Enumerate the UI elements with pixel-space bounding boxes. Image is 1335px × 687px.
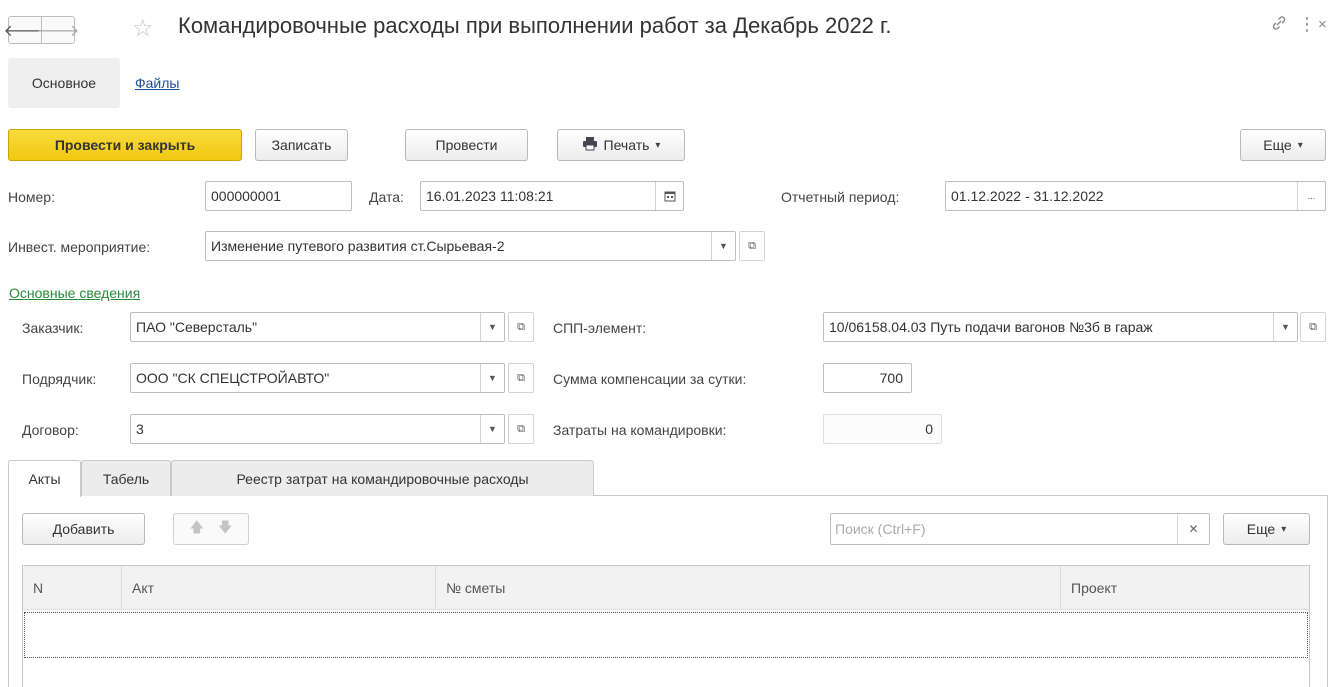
calendar-icon[interactable] (655, 182, 683, 210)
column-estimate[interactable]: № сметы (435, 566, 1060, 610)
open-icon[interactable]: ⧉ (508, 363, 534, 393)
column-n[interactable]: N (23, 566, 121, 610)
open-icon[interactable]: ⧉ (508, 414, 534, 444)
customer-label: Заказчик: (22, 320, 84, 336)
tab-files[interactable]: Файлы (135, 75, 179, 91)
daily-comp-field[interactable]: 700 (823, 363, 912, 393)
table-more-button[interactable]: Еще ▾ (1223, 513, 1310, 545)
chevron-down-icon[interactable]: ▼ (480, 364, 504, 392)
spp-label: СПП-элемент: (553, 320, 647, 336)
clear-icon[interactable]: ✕ (1177, 514, 1209, 544)
chevron-down-icon: ▾ (655, 139, 661, 151)
printer-icon (582, 136, 598, 154)
window-title: Командировочные расходы при выполнении р… (178, 13, 892, 38)
arrow-down-icon[interactable]: 🡇 (218, 517, 232, 541)
chevron-down-icon: ▾ (1297, 139, 1303, 151)
post-and-close-button[interactable]: Провести и закрыть (8, 129, 242, 161)
tab-main[interactable]: Основное (8, 58, 120, 108)
chevron-down-icon: ▾ (1281, 523, 1287, 535)
contract-field[interactable]: 3 ▼ (130, 414, 505, 444)
tab-timesheet[interactable]: Табель (81, 460, 171, 496)
period-label: Отчетный период: (781, 189, 900, 205)
section-main-info[interactable]: Основные сведения (9, 285, 140, 301)
print-label: Печать (603, 137, 650, 153)
arrow-up-icon[interactable]: 🡅 (190, 517, 204, 541)
arrow-right-icon: 🡒 (36, 22, 80, 40)
column-project[interactable]: Проект (1060, 566, 1309, 610)
search-input[interactable]: Поиск (Ctrl+F) ✕ (830, 513, 1210, 545)
contract-label: Договор: (22, 422, 79, 438)
chevron-down-icon[interactable]: ▼ (711, 232, 735, 260)
search-placeholder: Поиск (Ctrl+F) (835, 521, 926, 537)
more-label: Еще (1263, 137, 1292, 153)
chevron-down-icon[interactable]: ▼ (480, 415, 504, 443)
add-button[interactable]: Добавить (22, 513, 145, 545)
acts-table: N Акт № сметы Проект (22, 565, 1310, 687)
contractor-label: Подрядчик: (22, 371, 97, 387)
invest-label: Инвест. мероприятие: (8, 239, 151, 255)
table-more-label: Еще (1246, 521, 1276, 537)
link-icon[interactable] (1270, 14, 1288, 37)
open-icon[interactable]: ⧉ (1300, 312, 1326, 342)
spp-field[interactable]: 10/06158.04.03 Путь подачи вагонов №3б в… (823, 312, 1298, 342)
more-vertical-icon[interactable]: ⋮ (1298, 14, 1316, 35)
customer-field[interactable]: ПАО "Северсталь" ▼ (130, 312, 505, 342)
daily-comp-label: Сумма компенсации за сутки: (553, 371, 747, 387)
date-label: Дата: (369, 189, 404, 205)
table-header: N Акт № сметы Проект (23, 566, 1309, 610)
table-row[interactable] (24, 612, 1308, 658)
tab-cost-register[interactable]: Реестр затрат на командировочные расходы (171, 460, 594, 496)
more-button[interactable]: Еще ▾ (1240, 129, 1326, 161)
move-buttons[interactable]: 🡅 🡇 (173, 513, 249, 545)
chevron-down-icon[interactable]: ▼ (1273, 313, 1297, 341)
contractor-field[interactable]: ООО "СК СПЕЦСТРОЙАВТО" ▼ (130, 363, 505, 393)
star-icon[interactable]: ☆ (132, 14, 154, 43)
chevron-down-icon[interactable]: ▼ (480, 313, 504, 341)
number-label: Номер: (8, 189, 55, 205)
date-field[interactable]: 16.01.2023 11:08:21 (420, 181, 684, 211)
invest-field[interactable]: Изменение путевого развития ст.Сырьевая-… (205, 231, 736, 261)
travel-costs-label: Затраты на командировки: (553, 422, 727, 438)
print-button[interactable]: Печать ▾ (557, 129, 685, 161)
forward-button[interactable]: 🡒 (37, 16, 79, 44)
ellipsis-icon[interactable]: ... (1297, 182, 1325, 210)
open-icon[interactable]: ⧉ (739, 231, 765, 261)
period-field[interactable]: 01.12.2022 - 31.12.2022 ... (945, 181, 1326, 211)
open-icon[interactable]: ⧉ (508, 312, 534, 342)
save-button[interactable]: Записать (255, 129, 348, 161)
tab-acts[interactable]: Акты (8, 460, 81, 497)
post-button[interactable]: Провести (405, 129, 528, 161)
number-field[interactable]: 000000001 (205, 181, 352, 211)
close-icon[interactable]: × (1318, 16, 1327, 33)
travel-costs-field: 0 (823, 414, 942, 444)
column-act[interactable]: Акт (121, 566, 435, 610)
